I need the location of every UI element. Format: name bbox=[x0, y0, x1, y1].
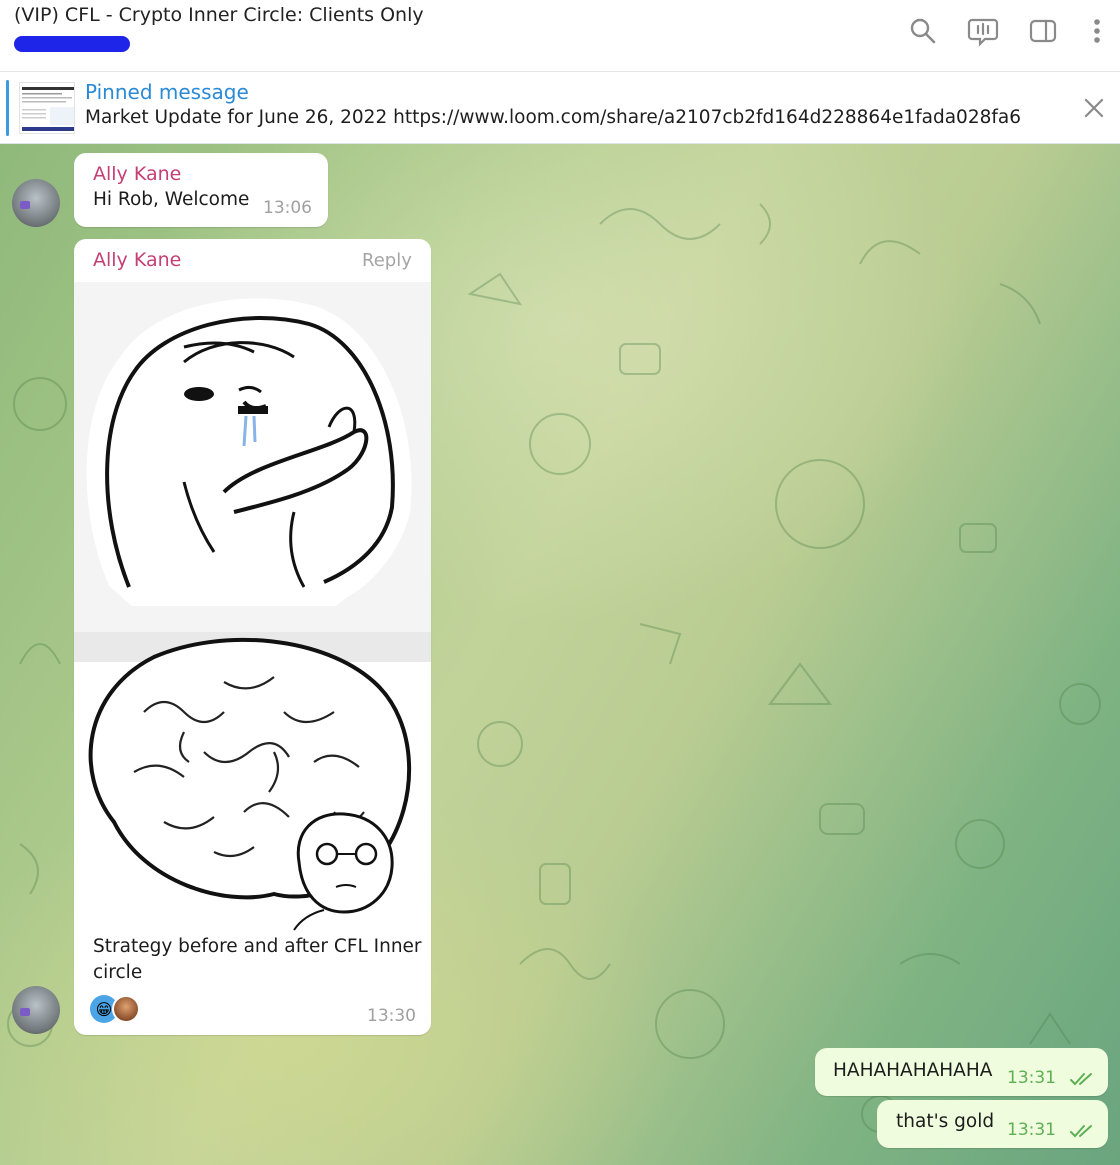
reactions[interactable]: 😁 bbox=[90, 995, 140, 1023]
pinned-label: Pinned message bbox=[85, 80, 249, 104]
message-bubble[interactable]: Ally Kane Reply Strategy before and afte… bbox=[74, 239, 431, 1035]
message-time: 13:06 bbox=[263, 198, 312, 218]
meme-image-after[interactable] bbox=[74, 632, 431, 932]
reactor-avatar bbox=[112, 995, 140, 1023]
pinned-accent-bar bbox=[6, 80, 9, 136]
message-caption: Strategy before and after CFL Inner bbox=[93, 936, 422, 957]
sender-name[interactable]: Ally Kane bbox=[93, 249, 181, 271]
sender-avatar[interactable] bbox=[12, 986, 60, 1034]
more-options-button[interactable] bbox=[1080, 14, 1114, 48]
message-text: Hi Rob, Welcome bbox=[93, 189, 250, 210]
outgoing-message[interactable]: HAHAHAHAHAHA 13:31 bbox=[815, 1048, 1108, 1096]
chat-header: (VIP) CFL - Crypto Inner Circle: Clients… bbox=[0, 0, 1120, 72]
sender-avatar[interactable] bbox=[12, 179, 60, 227]
message-text: HAHAHAHAHAHA bbox=[833, 1060, 993, 1081]
message-time: 13:31 bbox=[1007, 1068, 1056, 1088]
sender-name[interactable]: Ally Kane bbox=[93, 163, 181, 185]
voice-chat-button[interactable] bbox=[966, 14, 1000, 48]
outgoing-message[interactable]: that's gold 13:31 bbox=[877, 1100, 1108, 1148]
voice-chat-icon bbox=[967, 18, 999, 47]
pinned-message-bar[interactable]: Pinned message Market Update for June 26… bbox=[0, 72, 1120, 144]
chat-area[interactable]: Ally Kane Hi Rob, Welcome 13:06 Ally Kan… bbox=[0, 144, 1120, 1165]
message-text: that's gold bbox=[896, 1111, 995, 1132]
message-time: 13:30 bbox=[367, 1006, 416, 1026]
pinned-text[interactable]: Market Update for June 26, 2022 https://… bbox=[85, 107, 1021, 128]
more-options-icon bbox=[1094, 19, 1100, 43]
meme-image-before[interactable] bbox=[74, 282, 431, 632]
read-check-icon bbox=[1070, 1073, 1092, 1086]
search-button[interactable] bbox=[906, 14, 940, 48]
redacted-subtitle bbox=[14, 36, 130, 52]
message-time: 13:31 bbox=[1007, 1120, 1056, 1140]
pinned-thumbnail bbox=[19, 82, 75, 134]
reply-button[interactable]: Reply bbox=[362, 250, 412, 271]
search-icon bbox=[910, 18, 936, 44]
close-pinned-button[interactable] bbox=[1080, 94, 1108, 122]
read-check-icon bbox=[1070, 1125, 1092, 1138]
sidebar-toggle-icon bbox=[1029, 19, 1057, 43]
message-bubble[interactable]: Ally Kane Hi Rob, Welcome 13:06 bbox=[74, 153, 328, 227]
chat-title[interactable]: (VIP) CFL - Crypto Inner Circle: Clients… bbox=[14, 4, 424, 26]
sidebar-toggle-button[interactable] bbox=[1026, 14, 1060, 48]
close-icon bbox=[1084, 98, 1104, 118]
message-caption: circle bbox=[93, 962, 143, 983]
